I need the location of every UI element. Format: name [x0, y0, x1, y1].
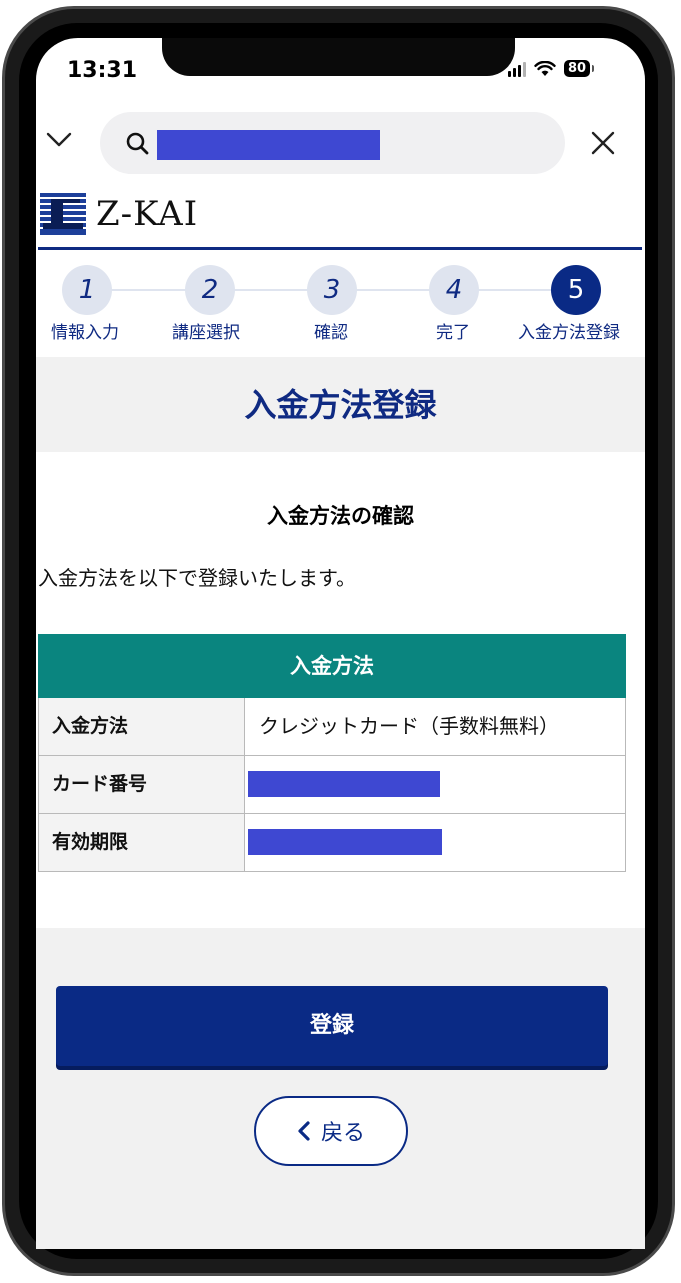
step-4-label: 完了 [436, 323, 470, 343]
expiry-value [245, 814, 625, 871]
expiry-redacted [248, 829, 442, 855]
step-2-label: 講座選択 [172, 323, 240, 343]
row-label: 入金方法 [39, 698, 245, 755]
signal-icon [508, 61, 526, 77]
table-row: カード番号 [38, 756, 626, 814]
notch [162, 38, 515, 76]
table-row: 有効期限 [38, 814, 626, 872]
close-icon[interactable] [588, 128, 618, 158]
status-time: 13:31 [67, 58, 138, 83]
payment-method-value: クレジットカード（手数料無料） [259, 714, 559, 738]
step-3-circle: 3 [307, 265, 357, 315]
section-title: 入金方法の確認 [267, 504, 414, 528]
wifi-icon [534, 60, 556, 76]
description-text: 入金方法を以下で登録いたします。 [38, 566, 356, 590]
step-5-circle: 5 [551, 265, 601, 315]
card-number-redacted [248, 771, 440, 797]
step-connector [478, 289, 552, 291]
logo-text: Z-KAI [96, 194, 199, 234]
step-5-label: 入金方法登録 [518, 323, 620, 343]
step-2-circle: 2 [185, 265, 235, 315]
step-connector [356, 289, 430, 291]
battery-icon: 80 [564, 60, 591, 77]
search-value-redacted [157, 130, 380, 160]
zkai-logo[interactable]: Z-KAI [40, 193, 198, 235]
back-button[interactable]: 戻る [254, 1096, 408, 1166]
card-number-value [245, 756, 625, 813]
row-label: カード番号 [39, 756, 245, 813]
header-divider [38, 247, 642, 250]
table-row: 入金方法 クレジットカード（手数料無料） [38, 698, 626, 756]
row-label: 有効期限 [39, 814, 245, 871]
search-icon [126, 132, 149, 155]
table-header: 入金方法 [38, 634, 626, 698]
chevron-down-icon[interactable] [44, 124, 74, 154]
chevron-left-icon [298, 1121, 310, 1141]
battery-tip [592, 65, 595, 72]
step-4-circle: 4 [429, 265, 479, 315]
register-button[interactable]: 登録 [56, 986, 608, 1066]
zkai-logo-mark [40, 193, 86, 235]
back-button-label: 戻る [320, 1121, 365, 1146]
status-icons: 80 [508, 60, 595, 77]
action-area [36, 928, 645, 1249]
step-1-circle: 1 [62, 265, 112, 315]
step-3-label: 確認 [314, 323, 348, 343]
step-1-label: 情報入力 [51, 323, 119, 343]
page-title: 入金方法登録 [244, 386, 437, 424]
step-connector [234, 289, 308, 291]
step-connector [110, 289, 186, 291]
